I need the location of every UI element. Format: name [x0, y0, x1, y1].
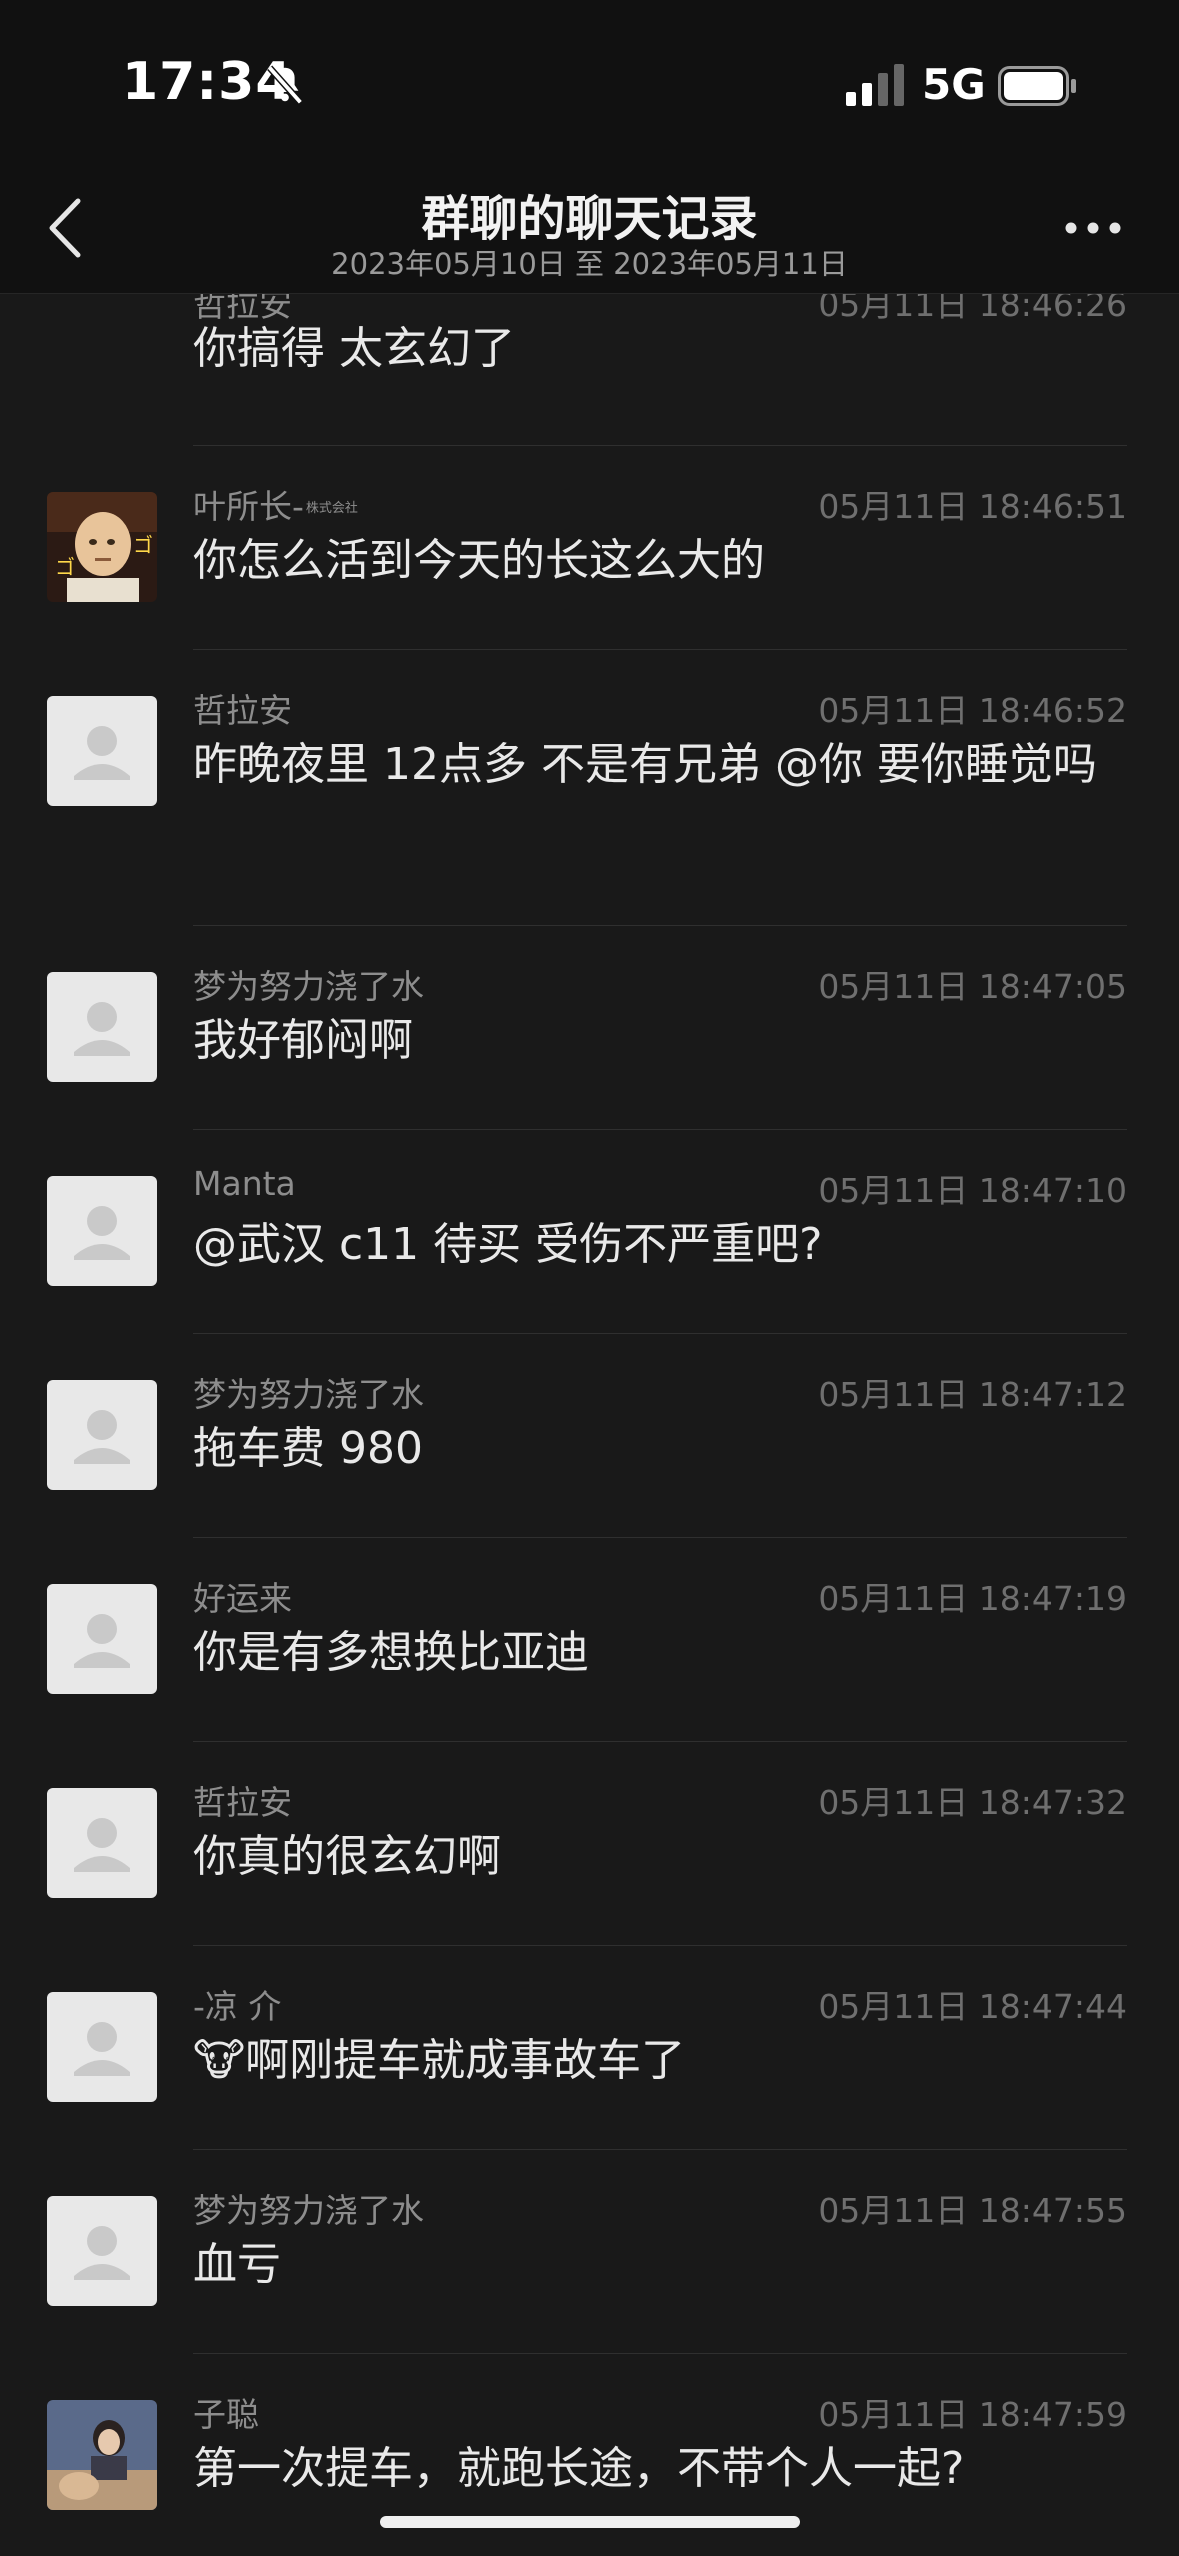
message-text: 拖车费 980: [193, 1423, 423, 1474]
message-sender: 好运来: [193, 1579, 292, 1618]
message-sender: 叶所长- 株式会社: [193, 480, 358, 528]
signal-icon: [846, 64, 904, 106]
message-list[interactable]: 哲拉安 05月11日 18:46:26 你搞得 太玄幻了 ゴ ゴ 叶所长- 株式会…: [0, 294, 1179, 2556]
message-item[interactable]: Manta 05月11日 18:47:10 @武汉 c11 待买 受伤不严重吧?: [0, 1130, 1179, 1334]
message-time: 05月11日 18:47:55: [818, 2191, 1127, 2230]
more-dots-icon[interactable]: [1063, 213, 1123, 243]
default-avatar-icon: [74, 2022, 130, 2076]
message-item[interactable]: ゴ ゴ 叶所长- 株式会社 05月11日 18:46:51 你怎么活到今天的长这么…: [0, 446, 1179, 650]
battery-icon: [998, 66, 1076, 106]
message-sender: Manta: [193, 1164, 296, 1203]
avatar[interactable]: ゴ ゴ: [47, 492, 157, 602]
message-sender: 哲拉安: [193, 1783, 292, 1822]
avatar[interactable]: [47, 1992, 157, 2102]
message-text: 你怎么活到今天的长这么大的: [193, 535, 765, 586]
message-time: 05月11日 18:46:52: [818, 691, 1127, 730]
message-text: 你搞得 太玄幻了: [193, 323, 515, 374]
avatar[interactable]: [47, 2400, 157, 2510]
default-avatar-icon: [74, 2226, 130, 2280]
avatar[interactable]: [47, 1584, 157, 1694]
message-sender: 子聪: [193, 2395, 259, 2434]
message-sender: 梦为努力浇了水: [193, 967, 424, 1006]
anime-avatar-image: ゴ ゴ: [47, 492, 157, 602]
status-bar: 17:34 5G: [0, 0, 1179, 165]
avatar[interactable]: [47, 1788, 157, 1898]
message-time: 05月11日 18:46:51: [818, 487, 1127, 526]
default-avatar-icon: [74, 1614, 130, 1668]
avatar[interactable]: [47, 1176, 157, 1286]
person-avatar-image: [47, 2400, 157, 2510]
bell-slash-icon: [267, 65, 303, 105]
message-sender: 哲拉安: [193, 691, 292, 730]
message-sender: 梦为努力浇了水: [193, 2191, 424, 2230]
message-item[interactable]: 梦为努力浇了水 05月11日 18:47:12 拖车费 980: [0, 1334, 1179, 1538]
message-text: 我好郁闷啊: [193, 1015, 413, 1066]
message-text: 第一次提车，就跑长途，不带个人一起?: [193, 2443, 965, 2494]
message-time: 05月11日 18:47:59: [818, 2395, 1127, 2434]
page-title: 群聊的聊天记录: [421, 191, 758, 247]
message-text: 🐮啊刚提车就成事故车了: [193, 2026, 1123, 2096]
date-range: 2023年05月10日 至 2023年05月11日: [331, 247, 848, 281]
message-time: 05月11日 18:47:10: [818, 1171, 1127, 1210]
message-text: 你是有多想换比亚迪: [193, 1627, 589, 1678]
default-avatar-icon: [74, 1818, 130, 1872]
default-avatar-icon: [74, 726, 130, 780]
default-avatar-icon: [74, 1002, 130, 1056]
default-avatar-icon: [74, 1206, 130, 1260]
cow-emoji: 🐮: [193, 2035, 246, 2086]
message-time: 05月11日 18:47:05: [818, 967, 1127, 1006]
message-body: 啊刚提车就成事故车了: [245, 2035, 686, 2086]
svg-text:ゴ: ゴ: [55, 555, 75, 579]
message-text: @武汉 c11 待买 受伤不严重吧?: [193, 1219, 823, 1270]
message-time: 05月11日 18:47:12: [818, 1375, 1127, 1414]
avatar[interactable]: [47, 1380, 157, 1490]
avatar[interactable]: [47, 972, 157, 1082]
default-avatar-icon: [74, 1410, 130, 1464]
avatar[interactable]: [47, 2196, 157, 2306]
message-item[interactable]: 好运来 05月11日 18:47:19 你是有多想换比亚迪: [0, 1538, 1179, 1742]
message-text: 血亏: [193, 2239, 281, 2290]
message-item[interactable]: 梦为努力浇了水 05月11日 18:47:55 血亏: [0, 2150, 1179, 2354]
sender-badge: 株式会社: [305, 500, 358, 516]
network-label: 5G: [922, 60, 986, 109]
message-time: 05月11日 18:47:32: [818, 1783, 1127, 1822]
message-item[interactable]: 梦为努力浇了水 05月11日 18:47:05 我好郁闷啊: [0, 926, 1179, 1130]
message-time: 05月11日 18:47:19: [818, 1579, 1127, 1618]
svg-text:ゴ: ゴ: [133, 533, 153, 557]
avatar[interactable]: [47, 696, 157, 806]
nav-bar: 群聊的聊天记录 2023年05月10日 至 2023年05月11日: [0, 165, 1179, 294]
message-sender: -凉 介: [193, 1987, 282, 2026]
sender-name: 叶所长-: [193, 487, 304, 526]
message-sender: 梦为努力浇了水: [193, 1375, 424, 1414]
home-indicator: [380, 2516, 800, 2528]
message-time: 05月11日 18:47:44: [818, 1987, 1127, 2026]
message-item[interactable]: -凉 介 05月11日 18:47:44 🐮啊刚提车就成事故车了: [0, 1946, 1179, 2150]
message-item[interactable]: 哲拉安 05月11日 18:47:32 你真的很玄幻啊: [0, 1742, 1179, 1946]
message-text: 你真的很玄幻啊: [193, 1831, 501, 1882]
message-item[interactable]: 哲拉安 05月11日 18:46:52 昨晚夜里 12点多 不是有兄弟 @你 要…: [0, 650, 1179, 926]
message-text: 昨晚夜里 12点多 不是有兄弟 @你 要你睡觉吗: [193, 739, 1097, 790]
message-item[interactable]: 哲拉安 05月11日 18:46:26 你搞得 太玄幻了: [0, 294, 1179, 446]
